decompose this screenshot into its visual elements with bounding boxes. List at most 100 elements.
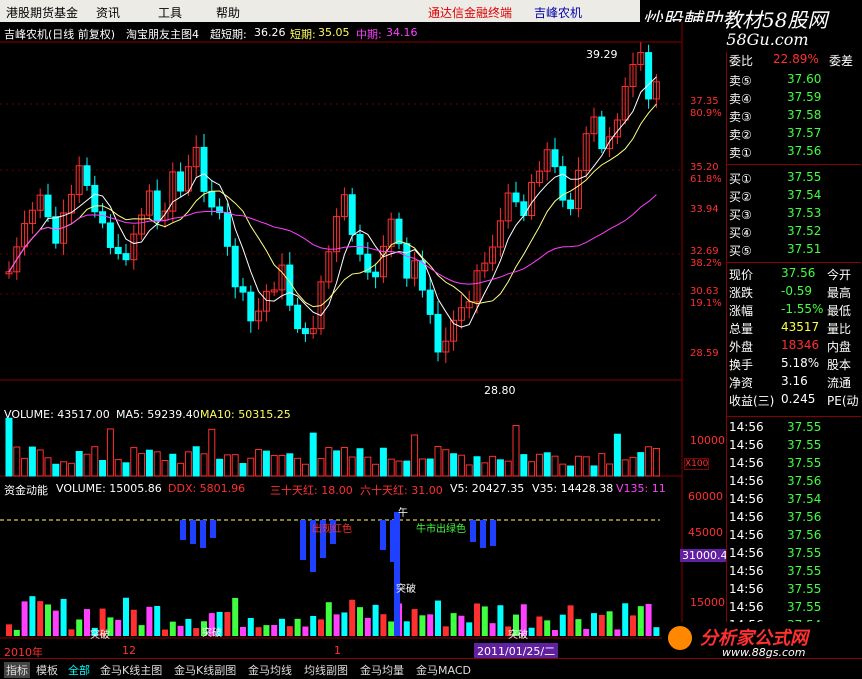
tick-row: 14:56 37.56 xyxy=(729,528,862,546)
volume-bar xyxy=(551,455,559,477)
tab-all[interactable]: 全部 xyxy=(68,662,90,678)
chart-area[interactable]: 吉峰农机(日线 前复权) 淘宝朋友主图4 超短期: 36.26 短期: 35.0… xyxy=(0,22,730,659)
tick-time: 14:56 xyxy=(729,438,764,452)
quote-value: -1.55% xyxy=(781,302,824,316)
tick-time: 14:56 xyxy=(729,474,764,488)
tick-price: 37.56 xyxy=(787,510,822,524)
fund-bar xyxy=(528,627,535,636)
fund-spike-bar xyxy=(394,512,400,636)
quote-row: 涨跌 -0.59 最高 xyxy=(729,284,862,302)
candle-body xyxy=(512,192,520,203)
sell-label: 卖③ xyxy=(729,110,752,124)
fund-bar xyxy=(559,614,566,636)
quote-row: 收益(三) 0.245 PE(动 xyxy=(729,392,862,410)
fund-bar xyxy=(411,609,418,636)
candle-body xyxy=(301,328,309,335)
fund-v135: V135: 11 xyxy=(616,482,666,495)
volume-ma5: MA5: 59239.40 xyxy=(116,408,200,421)
buy-row: 买③ 37.53 xyxy=(729,206,862,224)
volume-bar xyxy=(83,453,91,477)
fund-bar-negative xyxy=(380,520,386,550)
buy-label: 买⑤ xyxy=(729,244,752,258)
fund-bar xyxy=(123,597,129,636)
bottom-tab-bar: 指标 模板 全部 金马K线主图 金马K线副图 金马均线 均线副图 金马均量 金马… xyxy=(0,658,862,679)
fund-bar xyxy=(232,597,239,636)
fund-bar xyxy=(442,626,449,636)
candle-body xyxy=(598,116,606,150)
volume-bar xyxy=(364,456,372,477)
fund-label-wu: 午 xyxy=(398,508,408,519)
ma-line xyxy=(8,103,657,308)
quote-label: 涨跌 xyxy=(729,286,754,300)
tab-vol[interactable]: 金马均量 xyxy=(360,662,404,678)
sell-price: 37.57 xyxy=(787,126,822,140)
menu-item-futures[interactable]: 港股期货基金 xyxy=(6,4,78,21)
divider xyxy=(727,416,861,417)
volume-bar xyxy=(216,458,224,477)
volume-bar xyxy=(239,463,247,477)
tick-row: 14:56 37.55 xyxy=(729,456,862,474)
menu-item-tools[interactable]: 工具 xyxy=(158,4,182,21)
tab-kline-sub[interactable]: 金马K线副图 xyxy=(174,662,236,678)
menu-item-news[interactable]: 资讯 xyxy=(96,4,120,21)
fund-bar xyxy=(357,607,363,636)
sell-row: 卖③ 37.58 xyxy=(729,108,862,126)
candle-body xyxy=(348,194,356,235)
volume-bar xyxy=(67,462,75,477)
candle-body xyxy=(83,165,91,186)
tick-price: 37.56 xyxy=(787,528,822,542)
fund-axis-current: 31000.4 xyxy=(680,549,730,562)
candle-body xyxy=(247,291,255,322)
volume-bar xyxy=(520,454,528,477)
fund-bar xyxy=(255,627,262,636)
fund-bar xyxy=(271,624,278,636)
tab-macd[interactable]: 金马MACD xyxy=(416,662,471,678)
fund-bar xyxy=(645,603,652,636)
menu-item-help[interactable]: 帮助 xyxy=(216,4,240,21)
chart-canvas[interactable] xyxy=(0,22,726,658)
quote-right-label: 最高 xyxy=(827,286,852,300)
sell-price: 37.58 xyxy=(787,108,822,122)
quote-value: 37.56 xyxy=(781,266,816,280)
volume-bar xyxy=(301,463,309,477)
volume-axis-10000: 10000 xyxy=(690,434,725,447)
tab-ma[interactable]: 金马均线 xyxy=(248,662,292,678)
volume-bar xyxy=(504,460,512,477)
quote-right-label: 内盘 xyxy=(827,340,852,354)
volume-bar xyxy=(434,445,442,477)
candle-body xyxy=(231,245,239,288)
sell-label: 卖② xyxy=(729,128,752,142)
tick-row: 14:56 37.56 xyxy=(729,510,862,528)
candle-body xyxy=(99,211,107,224)
volume-bar xyxy=(247,457,255,477)
tab-template[interactable]: 模板 xyxy=(36,662,58,678)
volume-bar xyxy=(52,463,60,477)
tab-kline-main[interactable]: 金马K线主图 xyxy=(100,662,162,678)
buy-row: 买⑤ 37.51 xyxy=(729,242,862,260)
tick-time: 14:56 xyxy=(729,582,764,596)
fund-bar xyxy=(193,628,200,636)
fund-bar xyxy=(154,605,161,636)
volume-bar xyxy=(145,449,153,477)
fund-bar xyxy=(286,626,293,636)
tab-ma-sub[interactable]: 均线副图 xyxy=(304,662,348,678)
quote-row: 总量 43517 量比 xyxy=(729,320,862,338)
fund-bar xyxy=(388,621,395,636)
tab-indicator[interactable]: 指标 xyxy=(4,662,30,678)
tick-price: 37.55 xyxy=(787,438,822,452)
quote-value: 0.245 xyxy=(781,392,816,406)
divider xyxy=(727,164,861,165)
volume-bar xyxy=(325,447,333,477)
quote-right-label: 流通 xyxy=(827,376,852,390)
volume-bar xyxy=(309,432,317,477)
tick-time: 14:56 xyxy=(729,546,764,560)
volume-bar xyxy=(559,463,567,477)
short-value: 35.05 xyxy=(318,26,350,39)
quote-right-label: 量比 xyxy=(827,322,852,336)
fund-bar xyxy=(169,621,176,636)
fund-bar xyxy=(372,604,379,636)
fund-label-tupo4: 突破 xyxy=(508,630,528,641)
order-ratio-row: 委比 22.89% 委差 xyxy=(729,52,862,70)
candle-body xyxy=(91,184,99,213)
volume-bar xyxy=(606,463,614,477)
